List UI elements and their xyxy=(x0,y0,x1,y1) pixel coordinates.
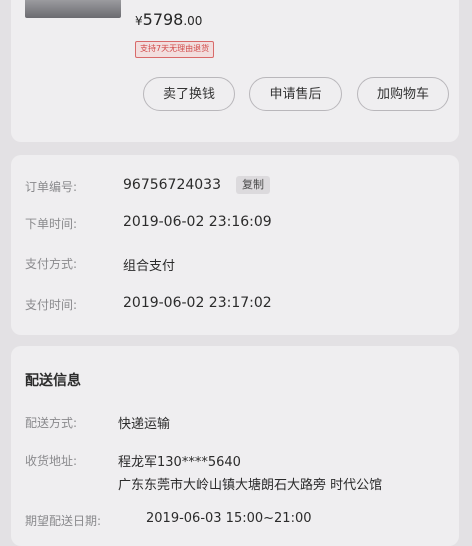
product-card xyxy=(11,0,459,142)
price-cents: .00 xyxy=(183,14,203,28)
expected-delivery-label: 期望配送日期: xyxy=(25,514,102,528)
recipient-name-phone: 程龙军130****5640 xyxy=(118,455,241,470)
shipping-address-value: 广东东莞市大岭山镇大塘朗石大路旁 时代公馆 xyxy=(118,478,383,493)
return-policy-tag: 支持7天无理由退货 xyxy=(135,41,215,58)
shipping-method-value: 快递运输 xyxy=(118,417,171,432)
shipping-address-label: 收货地址: xyxy=(25,454,78,468)
sell-for-cash-button[interactable]: 卖了换钱 xyxy=(143,77,235,111)
payment-method-label: 支付方式: xyxy=(25,257,78,271)
order-time-label: 下单时间: xyxy=(25,217,78,231)
add-to-cart-button[interactable]: 加购物车 xyxy=(357,77,449,111)
order-number-value: 96756724033 xyxy=(123,177,221,193)
payment-time-value: 2019-06-02 23:17:02 xyxy=(123,295,272,311)
price-currency: ¥ xyxy=(135,14,143,28)
copy-order-number-button[interactable]: 复制 xyxy=(236,176,270,194)
apply-after-sales-button[interactable]: 申请售后 xyxy=(249,77,342,111)
shipping-method-label: 配送方式: xyxy=(25,416,78,430)
product-price: ¥5798.00 xyxy=(135,10,202,29)
order-time-value: 2019-06-02 23:16:09 xyxy=(123,214,272,230)
shipping-section-title: 配送信息 xyxy=(25,373,81,389)
order-number-label: 订单编号: xyxy=(25,180,78,194)
payment-method-value: 组合支付 xyxy=(123,259,176,274)
price-integer: 5798 xyxy=(142,10,184,29)
product-thumbnail[interactable] xyxy=(25,0,121,18)
payment-time-label: 支付时间: xyxy=(25,298,78,312)
expected-delivery-value: 2019-06-03 15:00~21:00 xyxy=(146,511,312,526)
